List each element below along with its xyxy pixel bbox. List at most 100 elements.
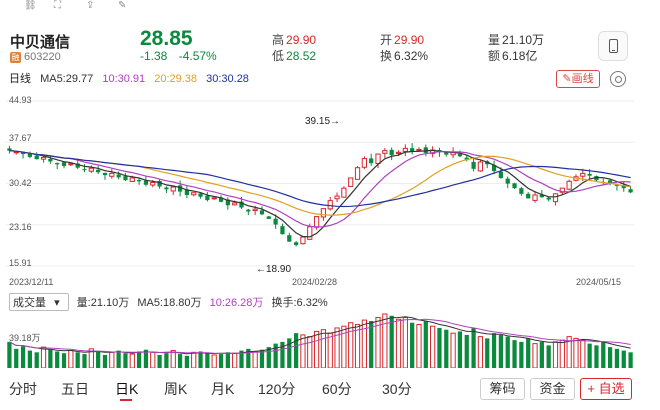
volume-bar — [61, 353, 67, 368]
high-annotation: 39.15→ — [305, 116, 341, 127]
margin-badge: 融 — [10, 52, 21, 63]
volume-bar — [48, 349, 53, 368]
x-tick-label: 2024/05/15 — [576, 277, 622, 287]
candle — [40, 156, 47, 163]
candle-body — [300, 236, 306, 245]
y-tick-label: 23.16 — [9, 222, 32, 232]
volume-chart[interactable] — [6, 308, 634, 368]
candle — [170, 185, 176, 195]
volume-bar — [614, 348, 620, 368]
tab-intraday[interactable]: 分时 — [9, 379, 37, 399]
candle-body — [143, 180, 149, 185]
tab-60min[interactable]: 60分 — [322, 379, 352, 399]
candle-body — [205, 195, 210, 201]
phone-button[interactable] — [598, 31, 628, 61]
candle — [96, 165, 101, 175]
link-icon[interactable]: ⛓ — [24, 0, 37, 11]
volume-bar — [102, 354, 108, 368]
candle — [266, 216, 271, 219]
stat-turnover-value: 6.32% — [394, 49, 429, 63]
candle-body — [191, 192, 197, 196]
tab-weekly-k[interactable]: 周K — [164, 379, 187, 399]
candle — [55, 162, 60, 170]
candle-body — [423, 147, 428, 153]
volume-bar — [587, 343, 592, 368]
tab-30min[interactable]: 30分 — [382, 379, 412, 399]
candle — [293, 241, 299, 247]
candle — [382, 148, 388, 158]
tools-icon[interactable]: ✎ — [118, 0, 126, 11]
candle-body — [232, 202, 238, 206]
volume-bar — [136, 351, 142, 368]
y-tick-label: 44.93 — [9, 95, 32, 105]
volume-bar — [389, 315, 394, 368]
volume-y-tick: 39.18万 — [9, 333, 41, 343]
period-tabs: 分时 五日 日K 周K 月K 120分 60分 30分 筹码 资金 + 自选 — [0, 375, 660, 403]
stat-amount-label: 额 — [488, 49, 501, 63]
candle — [430, 146, 436, 158]
volume-bar — [293, 333, 299, 368]
candle-body — [512, 183, 517, 189]
stat-open-value: 29.90 — [394, 33, 425, 47]
candle-body — [164, 187, 169, 190]
candle — [389, 147, 394, 161]
ma5-line — [9, 149, 631, 238]
tab-monthly-k[interactable]: 月K — [211, 379, 234, 399]
chip-distribution-button[interactable]: 筹码 — [480, 378, 525, 400]
volume-bar — [464, 334, 469, 368]
volume-bar — [205, 353, 210, 368]
candle-body — [150, 181, 156, 186]
tab-daily-k[interactable]: 日K — [115, 379, 138, 399]
stat-volume-label: 量 — [488, 33, 501, 47]
current-price: 28.85 — [140, 27, 193, 50]
stat-volume-value: 21.10万 — [502, 33, 545, 47]
volume-bar — [7, 341, 12, 368]
candle-body — [116, 174, 121, 178]
volume-bar — [327, 332, 333, 368]
candle — [225, 197, 230, 210]
candle-body — [273, 218, 278, 225]
volume-bar — [512, 340, 517, 368]
candle — [205, 192, 210, 202]
share-icon[interactable]: ⇪ — [86, 0, 94, 11]
volume-bar — [580, 339, 586, 368]
period-label[interactable]: 日线 — [9, 73, 31, 85]
candle — [102, 172, 108, 180]
draw-line-button[interactable]: ✎画线 — [556, 70, 600, 88]
volume-bar — [471, 327, 476, 368]
candle-body — [61, 162, 67, 166]
capital-flow-button[interactable]: 资金 — [530, 378, 575, 400]
stat-low-label: 低 — [272, 49, 285, 63]
candle — [402, 144, 408, 157]
candle-body — [170, 186, 176, 192]
volume-bar — [546, 345, 551, 368]
candle-body — [457, 153, 463, 157]
volume-bar — [300, 334, 306, 368]
volume-bar — [505, 336, 510, 368]
candle — [477, 160, 484, 172]
candle — [354, 166, 361, 180]
volume-bar — [354, 323, 361, 368]
candle-body — [369, 158, 374, 164]
price-change: -1.38 -4.57% — [140, 49, 225, 63]
volume-bar — [416, 323, 422, 368]
candle — [123, 172, 128, 181]
volume-bar — [313, 330, 320, 368]
volume-bar — [225, 352, 230, 368]
volume-bar — [559, 339, 565, 368]
candle — [341, 186, 347, 198]
add-watchlist-button[interactable]: + 自选 — [580, 378, 632, 400]
y-tick-label: 15.91 — [9, 258, 32, 268]
candle-body — [498, 171, 504, 178]
expand-icon[interactable]: ⛶ — [54, 0, 61, 11]
settings-gear-icon[interactable] — [610, 71, 626, 87]
tab-five-day[interactable]: 五日 — [61, 379, 89, 399]
ma5-value: MA5:29.77 — [40, 73, 94, 85]
candle-body — [211, 197, 217, 200]
volume-bar — [307, 336, 313, 368]
ma10-value: 10:30.91 — [102, 73, 146, 85]
volume-bar — [75, 352, 80, 368]
candle-body — [88, 167, 94, 172]
candle-body — [109, 172, 115, 177]
tab-120min[interactable]: 120分 — [258, 379, 295, 399]
